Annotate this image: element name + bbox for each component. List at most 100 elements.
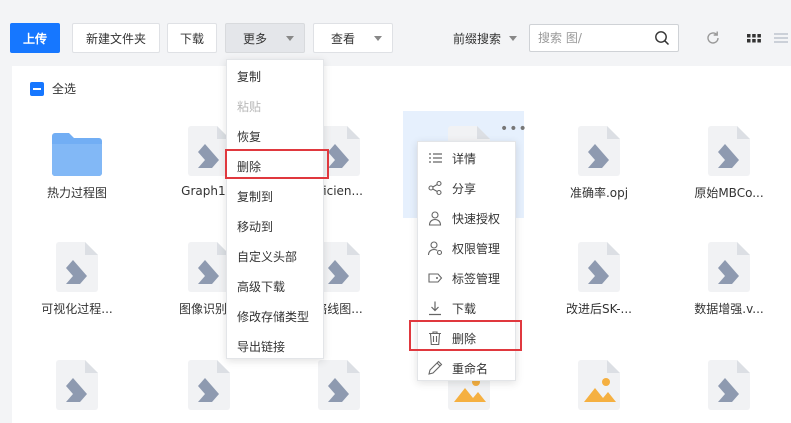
file-item[interactable]: 可视化过程... [22, 242, 132, 316]
context-menu-item[interactable]: 重命名 [418, 353, 515, 383]
search-icon[interactable] [654, 30, 670, 46]
context-menu-item[interactable]: 标签管理 [418, 263, 515, 293]
download-button[interactable]: 下载 [167, 23, 217, 53]
refresh-icon[interactable] [704, 29, 722, 47]
context-menu-item-label: 分享 [452, 181, 477, 196]
file-item[interactable]: 数据增强.v... [674, 242, 784, 316]
folder-item[interactable]: 热力过程图 [22, 126, 132, 200]
more-menu-item[interactable]: 修改存储类型 [227, 301, 323, 331]
context-menu-item[interactable]: 快速授权 [418, 203, 515, 233]
annotation-box-more-delete [225, 149, 329, 179]
file-item[interactable] [22, 360, 132, 423]
user-icon [428, 211, 442, 226]
file-thumbnail [578, 126, 620, 179]
file-thumbnail [188, 360, 230, 413]
list-view-icon[interactable] [772, 29, 788, 47]
chevron-down-icon [374, 36, 382, 41]
more-menu-item-label: 导出链接 [237, 339, 286, 354]
more-menu-item-label: 自定义头部 [237, 249, 298, 264]
more-menu-item-label: 高级下载 [237, 279, 286, 294]
more-menu-item[interactable]: 复制 [227, 61, 323, 91]
more-menu-item-label: 修改存储类型 [237, 309, 310, 324]
list-icon [429, 153, 442, 163]
file-thumbnail [318, 360, 360, 413]
more-menu-item-label: 复制到 [237, 189, 274, 204]
file-thumbnail [52, 132, 102, 179]
document-icon [56, 360, 98, 410]
document-icon [188, 126, 230, 176]
more-button[interactable]: 更多 [225, 23, 305, 53]
more-menu-item[interactable]: 复制到 [227, 181, 323, 211]
folder-icon [52, 133, 102, 176]
document-icon [56, 242, 98, 292]
toolbar: 上传 新建文件夹 下载 更多 查看 前缀搜索 [0, 0, 791, 66]
file-item[interactable] [674, 360, 784, 423]
checkbox-icon [30, 81, 44, 96]
more-menu-item[interactable]: 导出链接 [227, 331, 323, 361]
tag-icon [428, 273, 443, 283]
more-menu-item[interactable]: 自定义头部 [227, 241, 323, 271]
select-all-label: 全选 [52, 82, 77, 96]
document-icon [318, 242, 360, 292]
file-thumbnail [708, 360, 750, 413]
document-icon [188, 360, 230, 410]
user-settings-icon [427, 241, 443, 256]
view-button[interactable]: 查看 [313, 23, 393, 53]
document-icon [708, 242, 750, 292]
file-name: 改进后SK-... [565, 302, 632, 316]
file-item[interactable]: 改进后SK-... [544, 242, 654, 316]
chevron-down-icon [286, 36, 294, 41]
context-menu-item[interactable]: 分享 [418, 173, 515, 203]
more-menu-item[interactable]: 恢复 [227, 121, 323, 151]
view-label: 查看 [331, 31, 356, 46]
context-menu-item[interactable]: 权限管理 [418, 233, 515, 263]
file-thumbnail [708, 242, 750, 295]
file-item[interactable] [284, 360, 394, 423]
pencil-icon [428, 360, 443, 375]
search-scope-select[interactable]: 前缀搜索 [453, 30, 518, 47]
file-thumbnail [188, 242, 230, 295]
more-menu-item[interactable]: 高级下载 [227, 271, 323, 301]
context-menu-item[interactable]: 详情 [418, 143, 515, 173]
file-item[interactable]: 准确率.opj [544, 126, 654, 200]
file-item[interactable]: 原始MBCo... [674, 126, 784, 200]
file-item[interactable] [544, 360, 654, 423]
context-menu-item[interactable]: 下载 [418, 293, 515, 323]
more-dropdown-menu: 复制 粘贴 恢复 删除 复制到 移动到 自定义头部 高级下载 修改存储类型 导出链接 [226, 59, 324, 359]
file-name: 原始MBCo... [694, 186, 764, 200]
grid-view-icon[interactable] [745, 29, 763, 47]
more-label: 更多 [243, 31, 268, 46]
image-icon [578, 360, 620, 410]
file-name: 数据增强.v... [694, 302, 764, 316]
file-thumbnail [578, 242, 620, 295]
context-menu-item-label: 快速授权 [452, 211, 501, 226]
document-icon [188, 242, 230, 292]
more-menu-item[interactable]: 移动到 [227, 211, 323, 241]
context-menu-item-label: 重命名 [452, 361, 489, 376]
more-menu-item-label: 复制 [237, 69, 262, 84]
new-folder-label: 新建文件夹 [85, 31, 146, 46]
context-menu-item-label: 权限管理 [452, 241, 501, 256]
file-thumbnail [188, 126, 230, 179]
file-thumbnail [56, 360, 98, 413]
file-name: 热力过程图 [46, 186, 107, 200]
file-thumbnail [56, 242, 98, 295]
download-label: 下载 [179, 31, 204, 46]
file-item[interactable] [154, 360, 264, 423]
document-icon [318, 360, 360, 410]
more-menu-item-label: 恢复 [237, 129, 262, 144]
search-box [529, 24, 679, 52]
more-options-icon[interactable]: ••• [500, 121, 528, 137]
upload-button[interactable]: 上传 [10, 23, 60, 53]
select-all-checkbox[interactable]: 全选 [30, 80, 76, 97]
new-folder-button[interactable]: 新建文件夹 [72, 23, 160, 53]
more-menu-item: 粘贴 [227, 91, 323, 121]
chevron-down-icon [509, 36, 518, 41]
search-input[interactable] [538, 31, 656, 45]
context-menu-item-label: 下载 [452, 301, 477, 316]
file-name: 可视化过程... [41, 302, 113, 316]
document-icon [578, 242, 620, 292]
upload-label: 上传 [22, 31, 47, 46]
file-name: 准确率.opj [569, 186, 629, 200]
file-thumbnail [578, 360, 620, 413]
